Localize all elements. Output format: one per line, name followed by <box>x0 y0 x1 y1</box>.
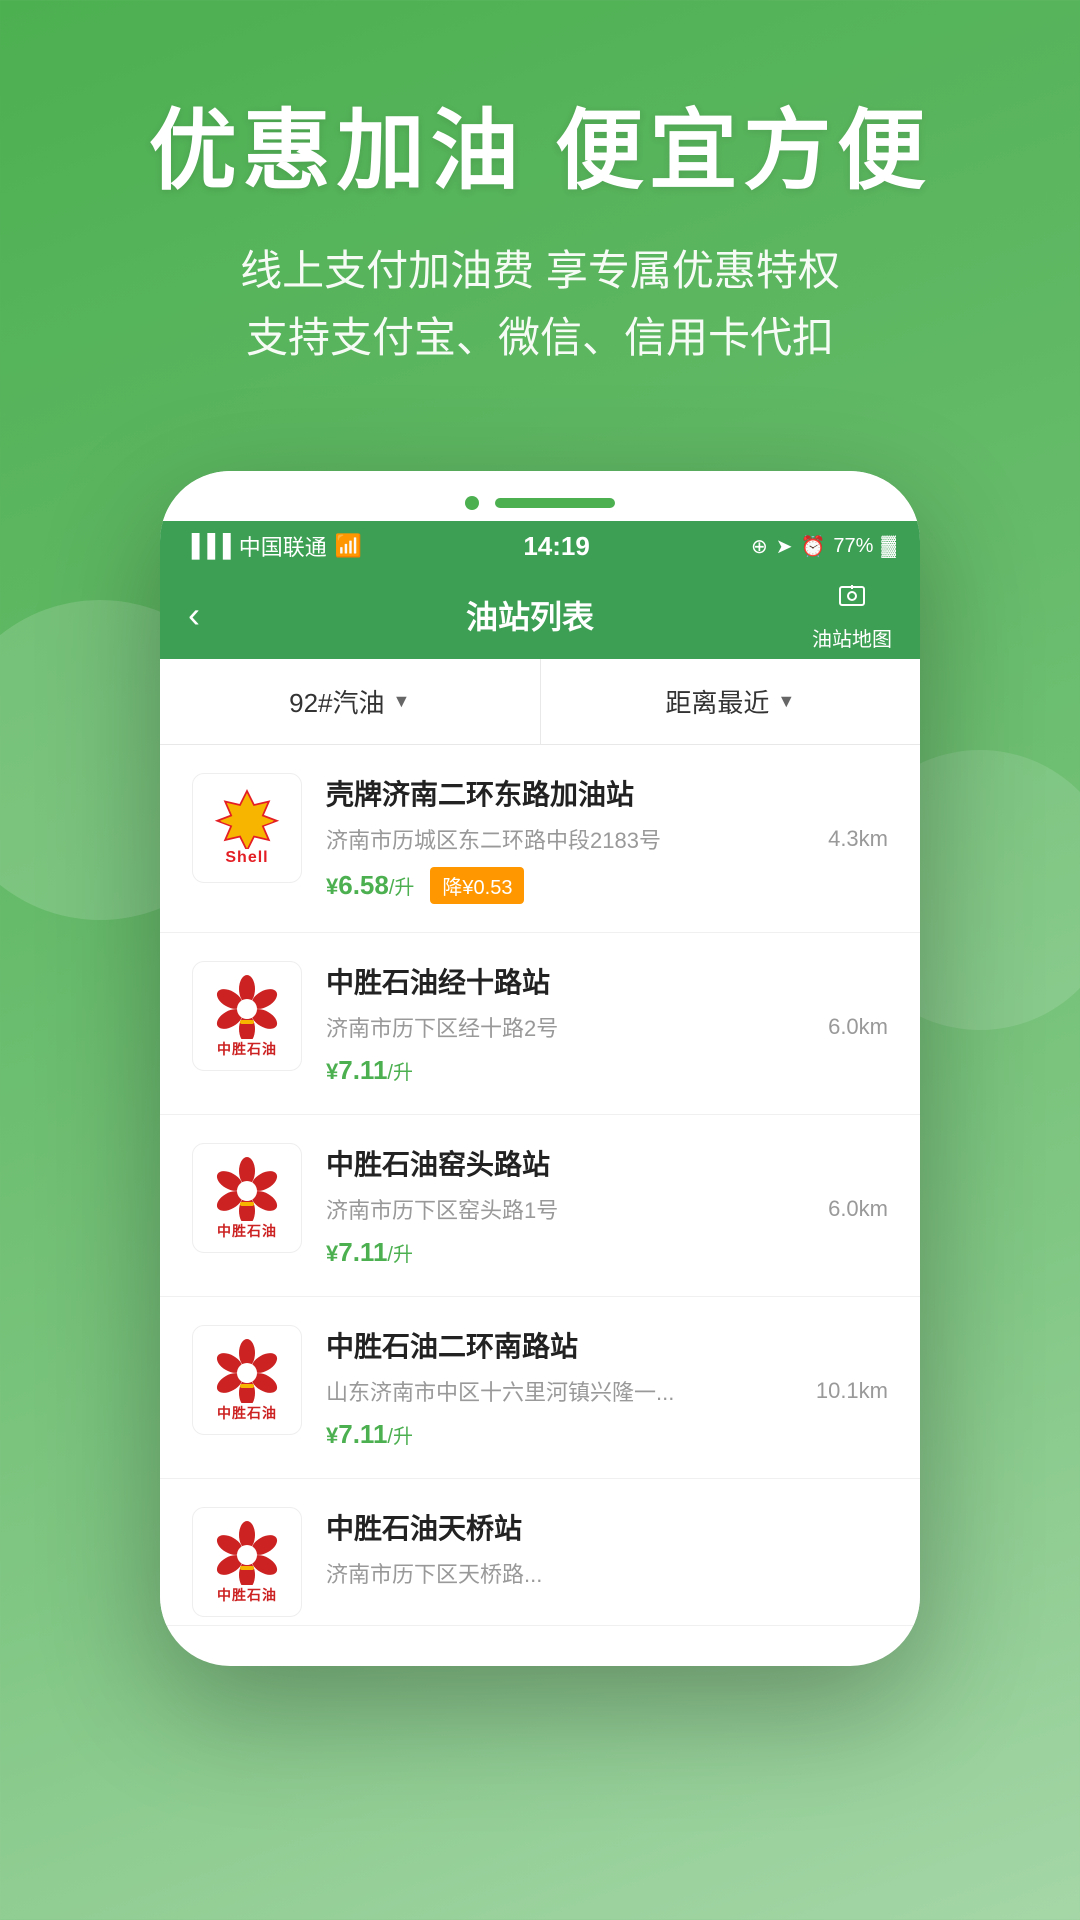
station-logo-zhongsheng: 中胜石油 <box>192 1325 302 1435</box>
station-logo-zhongsheng: 中胜石油 <box>192 1507 302 1617</box>
discount-badge: 降¥0.53 <box>430 867 524 904</box>
zhongsheng-brand-text: 中胜石油 <box>217 1221 277 1241</box>
station-info: 中胜石油窑头路站 济南市历下区窑头路1号 6.0km ¥7.11/升 <box>326 1143 888 1268</box>
phone-speaker <box>495 498 615 508</box>
phone-mockup: ▐▐▐ 中国联通 📶 14:19 ⊕ ➤ ⏰ 77% ▓ ‹ 油站列表 <box>160 471 920 1666</box>
carrier-name: 中国联通 <box>239 530 327 562</box>
station-price: ¥7.11/升 <box>326 1419 413 1450</box>
fuel-type-label: 92#汽油 <box>289 683 384 720</box>
station-price-row: ¥6.58/升 降¥0.53 <box>326 867 888 904</box>
back-button[interactable]: ‹ <box>188 594 248 636</box>
station-item[interactable]: 中胜石油 中胜石油窑头路站 济南市历下区窑头路1号 6.0km ¥7.11/升 <box>160 1115 920 1297</box>
station-address-row: 济南市历下区窑头路1号 6.0km <box>326 1193 888 1225</box>
station-address: 山东济南市中区十六里河镇兴隆一... <box>326 1375 806 1407</box>
station-name: 中胜石油窑头路站 <box>326 1143 888 1183</box>
station-name: 中胜石油二环南路站 <box>326 1325 888 1365</box>
station-info: 中胜石油经十路站 济南市历下区经十路2号 6.0km ¥7.11/升 <box>326 961 888 1086</box>
zhongsheng-brand-text: 中胜石油 <box>217 1585 277 1605</box>
station-price-row: ¥7.11/升 <box>326 1419 888 1450</box>
station-name: 壳牌济南二环东路加油站 <box>326 773 888 813</box>
station-name: 中胜石油经十路站 <box>326 961 888 1001</box>
sort-arrow: ▼ <box>777 691 795 712</box>
station-item[interactable]: Shell 壳牌济南二环东路加油站 济南市历城区东二环路中段2183号 4.3k… <box>160 745 920 933</box>
hero-subtitle-line1: 线上支付加油费 享专属优惠特权 <box>60 237 1020 304</box>
alarm-icon: ⏰ <box>800 534 825 559</box>
station-address-row: 济南市历下区经十路2号 6.0km <box>326 1011 888 1043</box>
station-price-row: ¥7.11/升 <box>326 1237 888 1268</box>
zhongsheng-brand-text: 中胜石油 <box>217 1039 277 1059</box>
station-logo-zhongsheng: 中胜石油 <box>192 1143 302 1253</box>
phone-notch <box>160 471 920 521</box>
station-info: 中胜石油天桥站 济南市历下区天桥路... <box>326 1507 888 1601</box>
station-address-row: 济南市历下区天桥路... <box>326 1557 888 1589</box>
station-address: 济南市历下区经十路2号 <box>326 1011 818 1043</box>
hero-section: 优惠加油 便宜方便 线上支付加油费 享专属优惠特权 支持支付宝、微信、信用卡代扣 <box>0 0 1080 411</box>
phone-mockup-wrapper: ▐▐▐ 中国联通 📶 14:19 ⊕ ➤ ⏰ 77% ▓ ‹ 油站列表 <box>0 471 1080 1666</box>
station-distance: 6.0km <box>828 1196 888 1222</box>
station-list: Shell 壳牌济南二环东路加油站 济南市历城区东二环路中段2183号 4.3k… <box>160 745 920 1626</box>
signal-bars: ▐▐▐ <box>184 533 231 559</box>
zhongsheng-brand-text: 中胜石油 <box>217 1403 277 1423</box>
station-price: ¥7.11/升 <box>326 1055 413 1086</box>
wifi-icon: 📶 <box>335 533 362 559</box>
status-left: ▐▐▐ 中国联通 📶 <box>184 530 362 562</box>
station-address-row: 济南市历城区东二环路中段2183号 4.3km <box>326 823 888 855</box>
status-right: ⊕ ➤ ⏰ 77% ▓ <box>751 534 896 559</box>
nav-bar: ‹ 油站列表 油站地图 <box>160 571 920 659</box>
battery-percent: 77% <box>833 535 873 558</box>
sort-label: 距离最近 <box>665 683 769 720</box>
fuel-type-filter[interactable]: 92#汽油 ▼ <box>160 659 541 744</box>
station-info: 壳牌济南二环东路加油站 济南市历城区东二环路中段2183号 4.3km ¥6.5… <box>326 773 888 904</box>
hero-subtitle: 线上支付加油费 享专属优惠特权 支持支付宝、微信、信用卡代扣 <box>60 237 1020 371</box>
fuel-type-arrow: ▼ <box>393 691 411 712</box>
location-icon: ⊕ <box>751 534 768 559</box>
station-address: 济南市历城区东二环路中段2183号 <box>326 823 818 855</box>
station-item[interactable]: 中胜石油 中胜石油经十路站 济南市历下区经十路2号 6.0km ¥7.11/升 <box>160 933 920 1115</box>
shell-brand-text: Shell <box>225 849 268 867</box>
station-address: 济南市历下区窑头路1号 <box>326 1193 818 1225</box>
station-logo-zhongsheng: 中胜石油 <box>192 961 302 1071</box>
station-price: ¥7.11/升 <box>326 1237 413 1268</box>
station-address: 济南市历下区天桥路... <box>326 1557 878 1589</box>
map-label: 油站地图 <box>812 623 892 652</box>
hero-subtitle-line2: 支持支付宝、微信、信用卡代扣 <box>60 304 1020 371</box>
station-distance: 6.0km <box>828 1014 888 1040</box>
phone-camera <box>465 496 479 510</box>
nav-title: 油站列表 <box>466 592 594 638</box>
sort-filter[interactable]: 距离最近 ▼ <box>541 659 921 744</box>
filter-bar: 92#汽油 ▼ 距离最近 ▼ <box>160 659 920 745</box>
map-icon <box>836 579 868 619</box>
station-info: 中胜石油二环南路站 山东济南市中区十六里河镇兴隆一... 10.1km ¥7.1… <box>326 1325 888 1450</box>
map-button[interactable]: 油站地图 <box>812 579 892 652</box>
battery-icon: ▓ <box>881 535 896 558</box>
station-distance: 10.1km <box>816 1378 888 1404</box>
station-address-row: 山东济南市中区十六里河镇兴隆一... 10.1km <box>326 1375 888 1407</box>
station-item[interactable]: 中胜石油 中胜石油天桥站 济南市历下区天桥路... <box>160 1479 920 1626</box>
navigate-icon: ➤ <box>776 534 793 559</box>
hero-title: 优惠加油 便宜方便 <box>60 80 1020 207</box>
station-name: 中胜石油天桥站 <box>326 1507 888 1547</box>
station-price: ¥6.58/升 <box>326 870 414 901</box>
station-item[interactable]: 中胜石油 中胜石油二环南路站 山东济南市中区十六里河镇兴隆一... 10.1km… <box>160 1297 920 1479</box>
status-bar: ▐▐▐ 中国联通 📶 14:19 ⊕ ➤ ⏰ 77% ▓ <box>160 521 920 571</box>
station-logo-shell: Shell <box>192 773 302 883</box>
station-price-row: ¥7.11/升 <box>326 1055 888 1086</box>
status-time: 14:19 <box>523 531 590 562</box>
station-distance: 4.3km <box>828 826 888 852</box>
